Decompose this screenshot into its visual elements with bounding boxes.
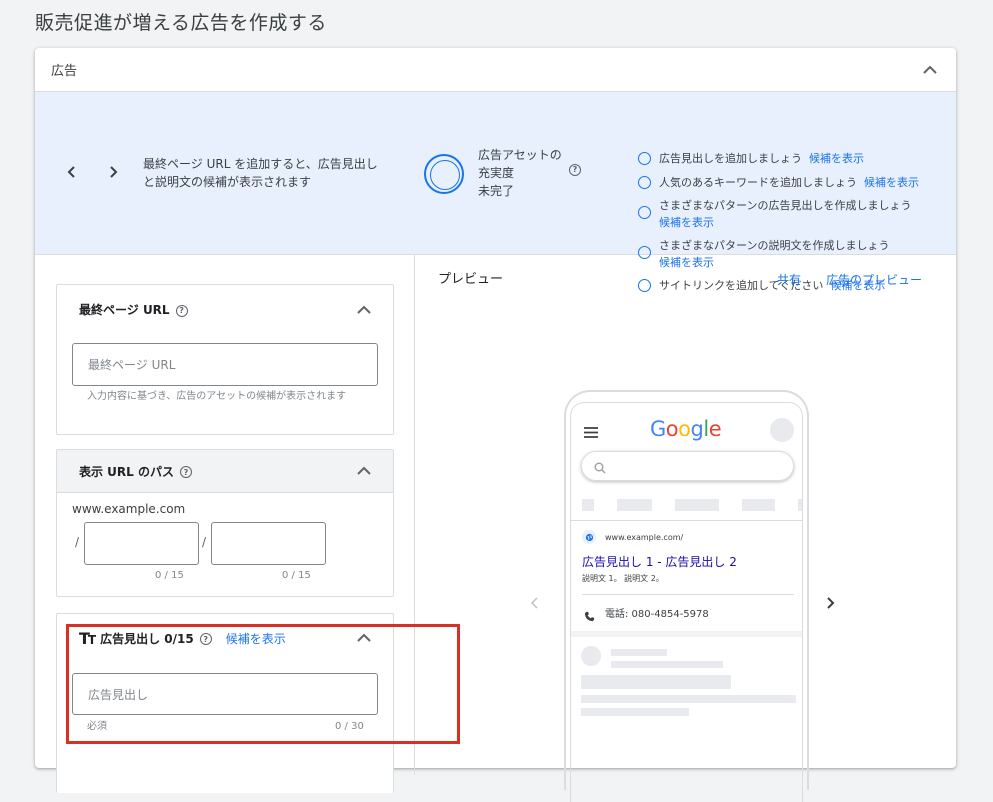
circle-icon xyxy=(638,176,651,189)
divider xyxy=(571,631,802,637)
task-item: 広告見出しを追加しましょう 候補を表示 xyxy=(638,150,864,167)
chevron-right-icon[interactable] xyxy=(827,594,835,613)
headline-counter: 0 / 30 xyxy=(335,721,364,732)
final-url-hint: 入力内容に基づき、広告のアセットの候補が表示されます xyxy=(87,391,347,402)
help-icon[interactable]: ? xyxy=(175,302,188,317)
ad-display-url: www.example.com/ xyxy=(605,533,684,542)
show-suggestions-link[interactable]: 候補を表示 xyxy=(864,176,919,189)
text-format-icon: TT xyxy=(79,628,96,648)
skeleton-block xyxy=(798,499,802,511)
path-separator: / xyxy=(75,535,80,549)
headline-required: 必須 xyxy=(87,721,107,732)
path1-input[interactable] xyxy=(84,522,199,565)
divider xyxy=(582,594,794,595)
ad-description: 説明文 1。 説明文 2。 xyxy=(582,574,664,583)
circle-icon xyxy=(638,152,651,165)
avatar xyxy=(770,418,794,442)
phone-frame: Google www.example.com/ 広告見出し 1 - 広告見出し … xyxy=(564,390,809,802)
skeleton-block xyxy=(675,499,719,511)
google-logo: Google xyxy=(650,417,722,441)
skeleton-block xyxy=(582,499,594,511)
final-url-input[interactable]: 最終ページ URL xyxy=(72,343,378,386)
logo-letter: o xyxy=(665,417,679,441)
final-url-header[interactable]: 最終ページ URL ? xyxy=(57,285,393,334)
asset-strength-banner: 最終ページ URL を追加すると、広告見出しと説明文の候補が表示されます 広告ア… xyxy=(35,92,956,292)
logo-letter: e xyxy=(708,417,722,441)
headline-title: 広告見出し 0/15 xyxy=(100,631,194,646)
skeleton-block xyxy=(581,646,601,666)
headline-panel: TT 広告見出し 0/15 ? 候補を表示 広告見出し 必須 0 / 30 xyxy=(56,613,394,793)
skeleton-block xyxy=(617,499,652,511)
strength-status: 未完了 xyxy=(478,184,515,198)
menu-icon xyxy=(584,423,598,442)
banner-message: 最終ページ URL を追加すると、広告見出しと説明文の候補が表示されます xyxy=(143,157,378,189)
chevron-up-icon[interactable] xyxy=(357,303,371,317)
logo-letter: G xyxy=(650,417,666,441)
help-icon[interactable]: ? xyxy=(569,157,581,176)
show-suggestions-link[interactable]: 候補を表示 xyxy=(659,216,714,229)
chevron-left-icon[interactable] xyxy=(61,160,81,184)
skeleton-block xyxy=(581,708,689,716)
phone-search-bar xyxy=(581,451,794,481)
task-item: 人気のあるキーワードを追加しましょう 候補を表示 xyxy=(638,174,919,191)
chevron-right-icon[interactable] xyxy=(104,160,124,184)
display-path-panel: 表示 URL のパス ? www.example.com / / 0 / 15 … xyxy=(56,449,394,597)
skeleton-block xyxy=(581,695,796,703)
task-text: 人気のあるキーワードを追加しましょう xyxy=(659,176,857,189)
share-link[interactable]: 共有 xyxy=(777,271,801,288)
card-header[interactable]: 広告 xyxy=(35,48,956,92)
help-icon[interactable]: ? xyxy=(199,631,212,646)
card-title: 広告 xyxy=(51,64,78,79)
chevron-up-icon[interactable] xyxy=(920,60,940,80)
ad-editor-column: 最終ページ URL ? 最終ページ URL 入力内容に基づき、広告のアセットの候… xyxy=(35,255,415,793)
skeleton-block xyxy=(611,649,667,656)
chevron-left-icon[interactable] xyxy=(530,594,538,613)
strength-ring-icon xyxy=(424,154,464,194)
path1-counter: 0 / 15 xyxy=(155,570,184,581)
display-domain: www.example.com xyxy=(72,502,186,516)
phone-screen: Google www.example.com/ 広告見出し 1 - 広告見出し … xyxy=(570,402,803,802)
logo-letter: o xyxy=(678,417,691,441)
path-separator: / xyxy=(202,535,207,549)
ad-headline: 広告見出し 1 - 広告見出し 2 xyxy=(582,555,737,569)
help-icon[interactable]: ? xyxy=(180,464,192,479)
headline-suggestions-link[interactable]: 候補を表示 xyxy=(226,630,286,647)
headline-input[interactable]: 広告見出し xyxy=(72,673,378,715)
display-path-header[interactable]: 表示 URL のパス ? xyxy=(57,450,393,493)
preview-column: プレビュー 共有 広告のプレビュー Google www.example.com… xyxy=(416,255,956,802)
search-icon xyxy=(594,459,606,478)
task-text: さまざまなパターンの広告見出しを作成しましょう xyxy=(659,199,912,212)
globe-icon xyxy=(582,530,596,544)
circle-icon xyxy=(638,206,651,219)
show-suggestions-link[interactable]: 候補を表示 xyxy=(809,152,864,165)
skeleton-block xyxy=(611,661,723,668)
logo-letter: g xyxy=(690,417,704,441)
divider xyxy=(571,520,802,521)
path2-counter: 0 / 15 xyxy=(282,570,311,581)
preview-title: プレビュー xyxy=(438,272,504,287)
strength-label: 広告アセットの充実度 xyxy=(478,148,562,180)
display-path-title: 表示 URL のパス xyxy=(79,464,174,479)
headline-header[interactable]: TT 広告見出し 0/15 ? 候補を表示 xyxy=(57,614,393,662)
ad-preview-link[interactable]: 広告のプレビュー xyxy=(826,271,922,288)
task-text: 広告見出しを追加しましょう xyxy=(659,152,802,165)
chevron-up-icon[interactable] xyxy=(357,631,371,645)
phone-icon xyxy=(584,607,595,626)
ad-call-extension: 電話: 080-4854-5978 xyxy=(605,609,709,620)
ad-card: 広告 最終ページ URL を追加すると、広告見出しと説明文の候補が表示されます … xyxy=(35,48,956,802)
task-item: さまざまなパターンの広告見出しを作成しましょう 候補を表示 xyxy=(638,197,911,231)
task-text: さまざまなパターンの説明文を作成しましょう xyxy=(659,239,890,252)
chevron-up-icon[interactable] xyxy=(357,464,371,478)
skeleton-block xyxy=(742,499,775,511)
final-url-title: 最終ページ URL xyxy=(79,303,170,317)
path2-input[interactable] xyxy=(211,522,326,565)
skeleton-block xyxy=(581,675,731,689)
final-url-panel: 最終ページ URL ? 最終ページ URL 入力内容に基づき、広告のアセットの候… xyxy=(56,284,394,435)
page-title: 販売促進が増える広告を作成する xyxy=(35,12,327,34)
